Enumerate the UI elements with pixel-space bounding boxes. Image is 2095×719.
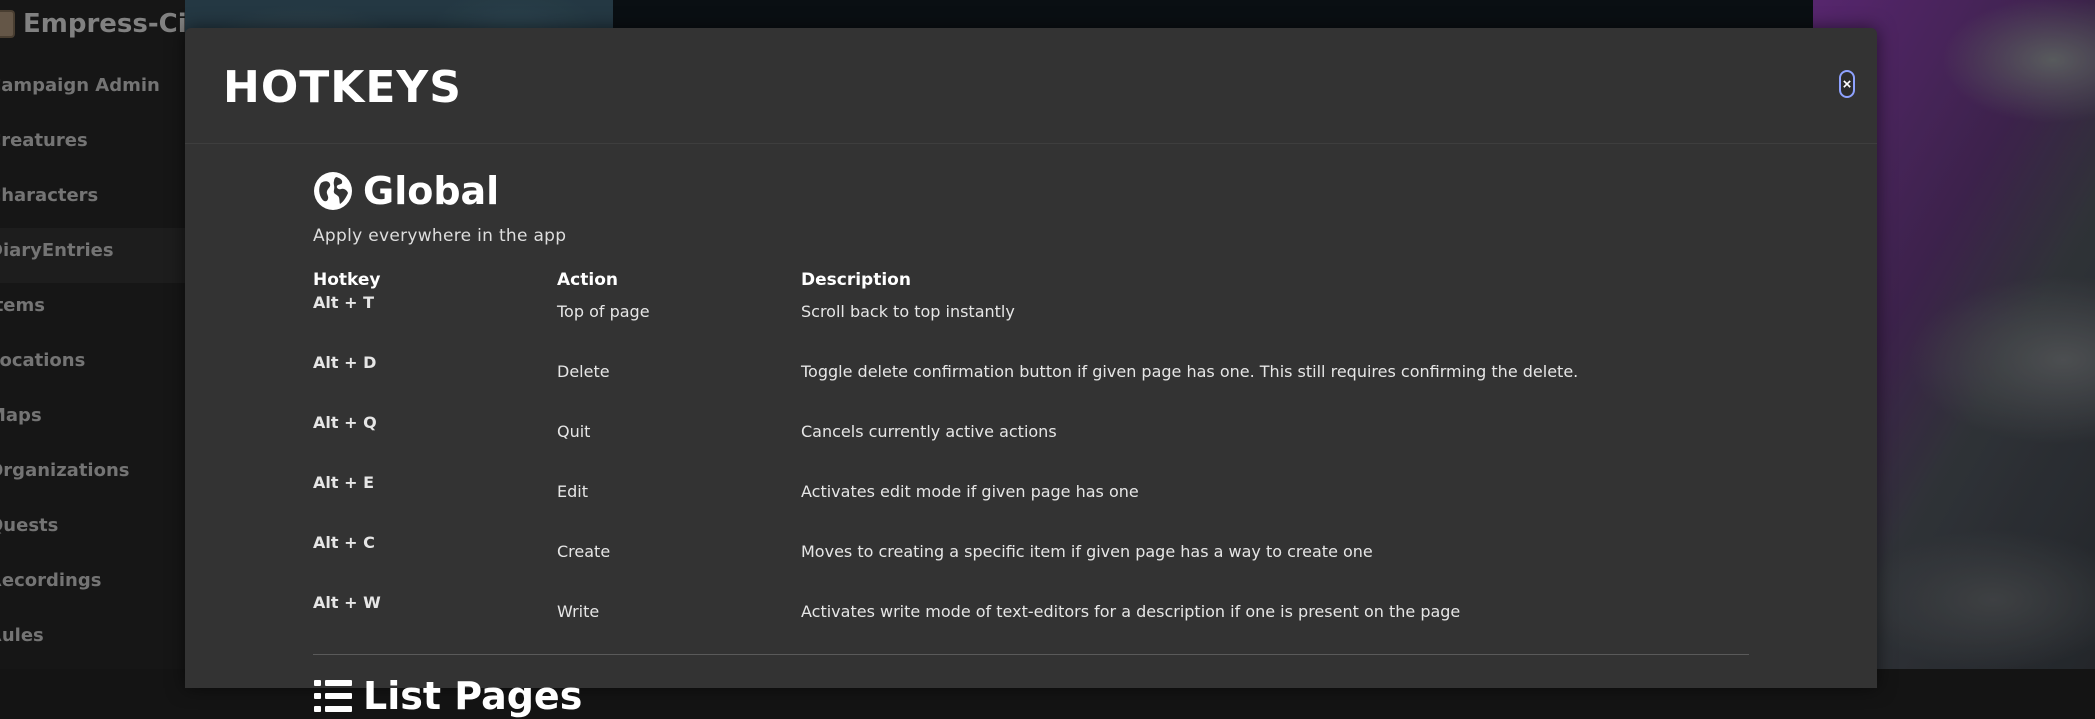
list-icon: [314, 680, 352, 712]
table-row: Alt + E Edit Activates edit mode if give…: [313, 470, 1749, 530]
modal-title: HOTKEYS: [223, 62, 462, 113]
description-cell: Toggle delete confirmation button if giv…: [801, 362, 1579, 381]
description-cell: Activates edit mode if given page has on…: [801, 482, 1139, 501]
hotkeys-modal: HOTKEYS × Global Apply everywhere in the…: [185, 28, 1877, 718]
hotkeys-table: Hotkey Action Description Alt + T Top of…: [313, 268, 1749, 650]
description-cell: Activates write mode of text-editors for…: [801, 602, 1461, 621]
table-row: Alt + C Create Moves to creating a speci…: [313, 530, 1749, 590]
globe-icon: [314, 172, 352, 210]
table-row: Alt + W Write Activates write mode of te…: [313, 590, 1749, 650]
action-cell: Quit: [557, 422, 591, 441]
section-divider: [313, 654, 1749, 655]
action-cell: Top of page: [557, 302, 650, 321]
section-list-pages-header: List Pages: [313, 673, 1749, 719]
modal-body: Global Apply everywhere in the app Hotke…: [313, 168, 1749, 719]
action-cell: Edit: [557, 482, 588, 501]
description-cell: Scroll back to top instantly: [801, 302, 1015, 321]
section-subtitle-global: Apply everywhere in the app: [313, 226, 567, 246]
table-header-row: Hotkey Action Description: [313, 268, 1749, 290]
column-header-description: Description: [801, 270, 911, 290]
close-button[interactable]: ×: [1839, 70, 1855, 98]
description-cell: Cancels currently active actions: [801, 422, 1057, 441]
hotkey-cell: Alt + W: [313, 593, 381, 612]
column-header-action: Action: [557, 270, 618, 290]
description-cell: Moves to creating a specific item if giv…: [801, 542, 1373, 561]
action-cell: Delete: [557, 362, 610, 381]
hotkey-cell: Alt + D: [313, 353, 377, 372]
section-title-global: Global: [363, 169, 500, 213]
hotkey-cell: Alt + Q: [313, 413, 377, 432]
hotkey-cell: Alt + T: [313, 293, 374, 312]
table-row: Alt + T Top of page Scroll back to top i…: [313, 290, 1749, 350]
column-header-hotkey: Hotkey: [313, 270, 381, 290]
modal-header: HOTKEYS ×: [185, 28, 1877, 144]
action-cell: Create: [557, 542, 611, 561]
section-global-header: Global: [313, 168, 1749, 214]
table-row: Alt + D Delete Toggle delete confirmatio…: [313, 350, 1749, 410]
hotkey-cell: Alt + E: [313, 473, 374, 492]
table-row: Alt + Q Quit Cancels currently active ac…: [313, 410, 1749, 470]
hotkey-cell: Alt + C: [313, 533, 375, 552]
action-cell: Write: [557, 602, 600, 621]
section-title-list-pages: List Pages: [363, 674, 583, 718]
close-icon: ×: [1842, 75, 1852, 93]
